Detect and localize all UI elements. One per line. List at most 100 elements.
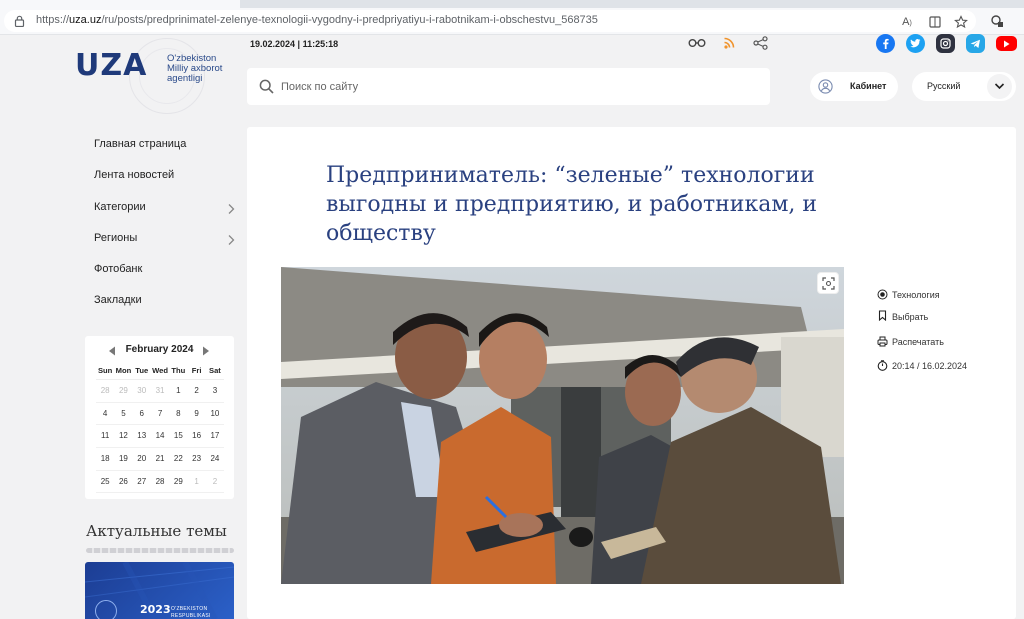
article-photo-illustration bbox=[281, 267, 844, 584]
article-photo[interactable] bbox=[281, 267, 844, 584]
calendar-weekday: Sun bbox=[96, 362, 115, 380]
url-field[interactable]: https://uza.uz/ru/posts/predprinimatel-z… bbox=[4, 10, 976, 32]
calendar-widget: February 2024 Sun Mon Tue Wed Thu Fri Sat 28 29 3… bbox=[85, 336, 234, 499]
calendar-month-title: February 2024 bbox=[125, 344, 194, 355]
bookmark-icon[interactable] bbox=[877, 310, 888, 321]
chevron-down-icon bbox=[994, 83, 1005, 90]
logo-subtitle-line-3: agentligi bbox=[167, 73, 203, 84]
calendar-grid: Sun Mon Tue Wed Thu Fri Sat 28 29 30 31 1 2 3 4 5 6 7 8 9 10… bbox=[96, 362, 225, 494]
read-aloud-icon[interactable]: A) bbox=[900, 15, 914, 29]
browser-tab[interactable] bbox=[0, 0, 240, 8]
calendar-day[interactable]: 26 bbox=[114, 471, 133, 494]
banner-text-line-1: O'ZBEKISTON bbox=[171, 606, 208, 612]
calendar-day[interactable]: 23 bbox=[187, 448, 206, 471]
print-icon[interactable] bbox=[877, 336, 888, 347]
glasses-icon[interactable] bbox=[688, 36, 706, 50]
chevron-right-icon[interactable] bbox=[226, 234, 236, 246]
instagram-icon[interactable] bbox=[936, 34, 955, 53]
sidebar-item-photobank[interactable]: Фотобанк bbox=[94, 263, 142, 275]
lock-icon[interactable] bbox=[14, 15, 25, 27]
calendar-day[interactable]: 13 bbox=[132, 425, 151, 449]
calendar-day[interactable]: 28 bbox=[96, 380, 115, 403]
calendar-day[interactable]: 16 bbox=[187, 425, 206, 449]
select-button[interactable]: Выбрать bbox=[892, 312, 928, 322]
calendar-day[interactable]: 14 bbox=[150, 425, 170, 449]
calendar-weekday: Mon bbox=[114, 362, 133, 380]
cabinet-button[interactable]: Кабинет bbox=[810, 72, 898, 101]
share-icon[interactable] bbox=[752, 36, 770, 50]
calendar-day[interactable]: 1 bbox=[169, 380, 188, 403]
calendar-day[interactable]: 18 bbox=[96, 448, 115, 471]
publish-datetime: 20:14 / 16.02.2024 bbox=[892, 361, 968, 371]
language-selector[interactable]: Русский bbox=[912, 72, 1016, 101]
article-headline: Предприниматель: “зеленые” технологии вы… bbox=[326, 163, 818, 246]
calendar-day[interactable]: 21 bbox=[150, 448, 170, 471]
photo-zoom-button[interactable] bbox=[817, 272, 839, 294]
calendar-day[interactable]: 25 bbox=[96, 471, 115, 494]
calendar-day[interactable]: 12 bbox=[114, 425, 133, 449]
calendar-day[interactable]: 1 bbox=[187, 471, 206, 494]
twitter-icon[interactable] bbox=[906, 34, 925, 53]
calendar-day[interactable]: 10 bbox=[205, 403, 225, 426]
calendar-day[interactable]: 31 bbox=[150, 380, 170, 403]
calendar-day[interactable]: 17 bbox=[205, 425, 225, 449]
calendar-weekday: Fri bbox=[187, 362, 206, 380]
rss-icon[interactable] bbox=[721, 36, 739, 50]
article-card: Предприниматель: “зеленые” технологии вы… bbox=[247, 127, 1016, 619]
extensions-icon[interactable] bbox=[990, 14, 1004, 28]
calendar-day[interactable]: 2 bbox=[205, 471, 225, 494]
calendar-day[interactable]: 28 bbox=[150, 471, 170, 494]
calendar-day[interactable]: 15 bbox=[169, 425, 188, 449]
calendar-day[interactable]: 20 bbox=[132, 448, 151, 471]
topics-scroll-indicator[interactable] bbox=[86, 548, 234, 553]
article-category[interactable]: Технология bbox=[892, 290, 940, 300]
calendar-day[interactable]: 29 bbox=[169, 471, 188, 494]
print-button[interactable]: Распечатать bbox=[892, 337, 944, 347]
url-path: /ru/posts/predprinimatel-zelenye-texnolo… bbox=[101, 14, 598, 26]
site-search[interactable] bbox=[247, 68, 770, 105]
calendar-day[interactable]: 3 bbox=[205, 380, 225, 403]
cabinet-label: Кабинет bbox=[850, 81, 887, 91]
calendar-day[interactable]: 5 bbox=[114, 403, 133, 426]
reader-view-icon[interactable] bbox=[928, 15, 942, 29]
youtube-icon[interactable] bbox=[996, 36, 1017, 51]
calendar-day[interactable]: 30 bbox=[132, 380, 151, 403]
calendar-day[interactable]: 11 bbox=[96, 425, 115, 449]
uza-logo[interactable]: UZA O'zbekiston Milliy axborot agentligi bbox=[75, 38, 235, 114]
calendar-day[interactable]: 8 bbox=[169, 403, 188, 426]
calendar-day[interactable]: 24 bbox=[205, 448, 225, 471]
calendar-next-icon[interactable] bbox=[202, 346, 210, 356]
calendar-day[interactable]: 29 bbox=[114, 380, 133, 403]
calendar-day[interactable]: 6 bbox=[132, 403, 151, 426]
topics-heading: Актуальные темы bbox=[86, 522, 227, 540]
clock-icon bbox=[877, 360, 888, 371]
calendar-day[interactable]: 27 bbox=[132, 471, 151, 494]
telegram-icon[interactable] bbox=[966, 34, 985, 53]
facebook-icon[interactable] bbox=[876, 34, 895, 53]
calendar-day[interactable]: 22 bbox=[169, 448, 188, 471]
current-datetime: 19.02.2024 | 11:25:18 bbox=[250, 39, 339, 49]
url-text[interactable]: https://uza.uz/ru/posts/predprinimatel-z… bbox=[36, 14, 598, 26]
calendar-day[interactable]: 7 bbox=[150, 403, 170, 426]
calendar-weekday: Thu bbox=[169, 362, 188, 380]
language-label: Русский bbox=[927, 81, 961, 91]
calendar-day[interactable]: 4 bbox=[96, 403, 115, 426]
calendar-day[interactable]: 19 bbox=[114, 448, 133, 471]
sidebar-item-bookmarks[interactable]: Закладки bbox=[94, 294, 142, 306]
banner-text-line-2: RESPUBLIKASI bbox=[171, 613, 211, 619]
search-icon[interactable] bbox=[259, 79, 274, 94]
calendar-day[interactable]: 9 bbox=[187, 403, 206, 426]
chevron-right-icon[interactable] bbox=[226, 203, 236, 215]
browser-tabstrip bbox=[0, 0, 1024, 8]
sidebar-item-regions[interactable]: Регионы bbox=[94, 232, 137, 244]
sidebar-item-news-feed[interactable]: Лента новостей bbox=[94, 169, 174, 181]
search-input[interactable] bbox=[281, 77, 751, 97]
calendar-day[interactable]: 2 bbox=[187, 380, 206, 403]
sidebar-item-home[interactable]: Главная страница bbox=[94, 138, 186, 150]
language-dropdown-button[interactable] bbox=[987, 74, 1012, 99]
calendar-weekday: Sat bbox=[205, 362, 225, 380]
url-host: uza.uz bbox=[69, 14, 102, 26]
sidebar-item-categories[interactable]: Категории bbox=[94, 201, 146, 213]
topics-banner[interactable]: 2023 O'ZBEKISTON RESPUBLIKASI bbox=[85, 562, 234, 619]
favorite-star-icon[interactable] bbox=[954, 15, 968, 29]
